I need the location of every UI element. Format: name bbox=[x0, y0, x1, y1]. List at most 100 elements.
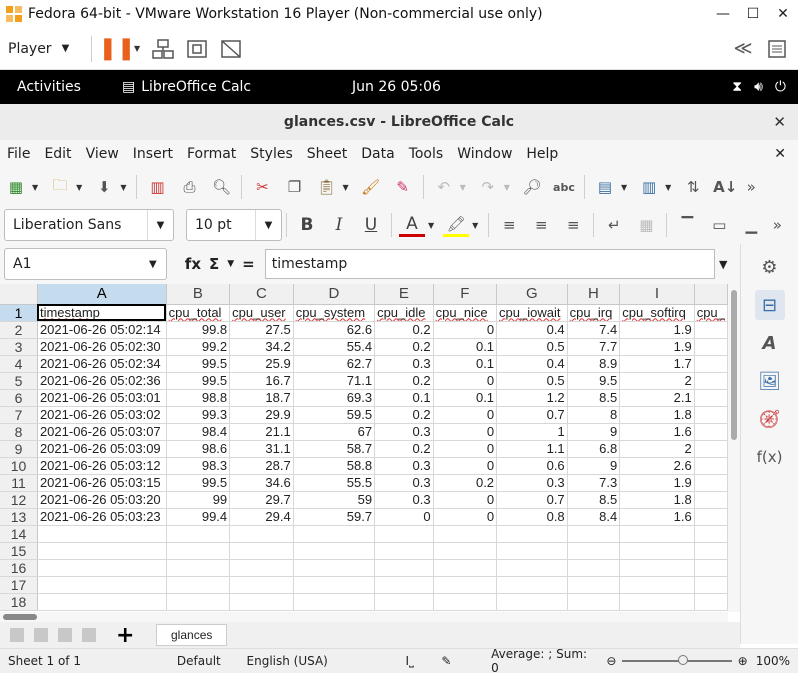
cell[interactable]: 0.4 bbox=[496, 355, 568, 373]
cell[interactable]: 69.3 bbox=[293, 389, 376, 407]
chevron-down-icon[interactable]: ▼ bbox=[504, 183, 510, 192]
cell[interactable]: 2021-06-26 05:02:36 bbox=[37, 372, 167, 390]
more-options-icon[interactable]: » bbox=[744, 175, 758, 199]
cell[interactable] bbox=[433, 593, 498, 611]
cell[interactable]: 7.4 bbox=[567, 321, 621, 339]
cell[interactable] bbox=[293, 559, 376, 577]
cell[interactable]: 67 bbox=[293, 423, 376, 441]
cell[interactable]: 0 bbox=[433, 423, 498, 441]
row-header[interactable]: 3 bbox=[0, 338, 38, 356]
scrollbar-thumb[interactable] bbox=[731, 290, 737, 440]
cell[interactable]: 1.9 bbox=[619, 474, 695, 492]
cell[interactable] bbox=[37, 593, 167, 611]
first-sheet-button[interactable] bbox=[10, 628, 24, 642]
cut-icon[interactable]: ✂ bbox=[249, 175, 275, 199]
cell[interactable] bbox=[694, 542, 728, 560]
cell[interactable]: 0 bbox=[433, 321, 498, 339]
merge-cells-icon[interactable]: ▦ bbox=[633, 213, 659, 237]
cell[interactable]: 6.8 bbox=[567, 440, 621, 458]
activities-button[interactable]: Activities bbox=[17, 79, 122, 95]
cell[interactable]: 2021-06-26 05:03:23 bbox=[37, 508, 167, 526]
cell[interactable]: 99.4 bbox=[166, 508, 231, 526]
player-menu[interactable]: Player ▼ bbox=[8, 41, 83, 57]
cell[interactable]: 0.1 bbox=[433, 389, 498, 407]
cell[interactable] bbox=[496, 525, 568, 543]
cell[interactable]: 0.7 bbox=[496, 491, 568, 509]
cell[interactable]: 55.5 bbox=[293, 474, 376, 492]
spreadsheet-grid[interactable]: A B C D E F G H I 1 timestamp cpu_total cpu… bbox=[0, 284, 728, 612]
wrap-text-icon[interactable]: ↵ bbox=[601, 213, 627, 237]
cell[interactable]: 0 bbox=[433, 491, 498, 509]
cell[interactable] bbox=[567, 525, 621, 543]
cell[interactable] bbox=[496, 542, 568, 560]
align-right-icon[interactable]: ≡ bbox=[560, 213, 586, 237]
cell[interactable]: 0 bbox=[433, 372, 498, 390]
cell[interactable] bbox=[694, 440, 728, 458]
cell[interactable]: 0 bbox=[374, 508, 434, 526]
network-devices-icon[interactable] bbox=[146, 34, 180, 64]
cell[interactable]: 71.1 bbox=[293, 372, 376, 390]
cell[interactable]: 34.6 bbox=[229, 474, 294, 492]
clear-formatting-icon[interactable]: ✎ bbox=[390, 175, 416, 199]
text-language[interactable]: English (USA) bbox=[239, 654, 398, 668]
cell[interactable] bbox=[37, 576, 167, 594]
cell[interactable]: 2021-06-26 05:03:15 bbox=[37, 474, 167, 492]
menu-window[interactable]: Window bbox=[450, 146, 519, 162]
cell[interactable]: 28.7 bbox=[229, 457, 294, 475]
row-header[interactable]: 7 bbox=[0, 406, 38, 424]
cell[interactable] bbox=[166, 576, 231, 594]
cell[interactable]: 99.8 bbox=[166, 321, 231, 339]
cell[interactable] bbox=[374, 593, 434, 611]
select-all-corner[interactable] bbox=[0, 284, 38, 305]
cell[interactable] bbox=[567, 559, 621, 577]
cell[interactable]: 8.9 bbox=[567, 355, 621, 373]
cell[interactable]: 0 bbox=[433, 440, 498, 458]
cell[interactable]: 2021-06-26 05:02:34 bbox=[37, 355, 167, 373]
cell[interactable] bbox=[567, 542, 621, 560]
selection-summary[interactable]: Average: ; Sum: 0 bbox=[483, 647, 606, 673]
row-header[interactable]: 18 bbox=[0, 593, 38, 611]
cell[interactable]: 2021-06-26 05:03:20 bbox=[37, 491, 167, 509]
cell[interactable]: 0.2 bbox=[433, 474, 498, 492]
cell[interactable] bbox=[694, 321, 728, 339]
cell-table[interactable]: A B C D E F G H I 1 timestamp cpu_total cpu… bbox=[0, 284, 728, 611]
cell[interactable]: 8.5 bbox=[567, 491, 621, 509]
align-middle-icon[interactable]: ▭ bbox=[706, 213, 732, 237]
maximize-button[interactable]: ☐ bbox=[738, 6, 768, 22]
cell[interactable]: 2 bbox=[619, 440, 695, 458]
cell[interactable]: 99.5 bbox=[166, 474, 231, 492]
cell[interactable]: 0.2 bbox=[374, 372, 434, 390]
cell[interactable] bbox=[619, 576, 695, 594]
cell[interactable] bbox=[166, 542, 231, 560]
row-header[interactable]: 5 bbox=[0, 372, 38, 390]
cell[interactable] bbox=[694, 389, 728, 407]
font-name-combo[interactable]: Liberation Sans ▼ bbox=[4, 209, 174, 241]
cell[interactable]: 2021-06-26 05:02:14 bbox=[37, 321, 167, 339]
column-header[interactable]: F bbox=[433, 284, 498, 305]
cell[interactable]: 0 bbox=[433, 457, 498, 475]
align-center-icon[interactable]: ≡ bbox=[528, 213, 554, 237]
menu-file[interactable]: File bbox=[0, 146, 37, 162]
find-replace-icon[interactable]: 🔎︎ bbox=[519, 175, 545, 199]
cell[interactable]: cpu_total bbox=[166, 304, 231, 322]
bold-icon[interactable]: B bbox=[294, 213, 320, 237]
horizontal-scrollbar[interactable] bbox=[0, 612, 728, 622]
copy-icon[interactable]: ❐ bbox=[281, 175, 307, 199]
open-folder-icon[interactable]: 🗀︎ bbox=[47, 175, 73, 199]
cell[interactable] bbox=[694, 559, 728, 577]
row-header[interactable]: 6 bbox=[0, 389, 38, 407]
cell[interactable] bbox=[694, 372, 728, 390]
chevron-down-icon[interactable]: ▼ bbox=[472, 221, 478, 230]
cell[interactable] bbox=[433, 576, 498, 594]
cell[interactable]: 62.6 bbox=[293, 321, 376, 339]
column-header[interactable] bbox=[694, 284, 728, 305]
cell[interactable]: 31.1 bbox=[229, 440, 294, 458]
cell[interactable] bbox=[229, 559, 294, 577]
menu-insert[interactable]: Insert bbox=[126, 146, 180, 162]
app-menu[interactable]: ▤ LibreOffice Calc bbox=[122, 79, 352, 95]
row-header[interactable]: 16 bbox=[0, 559, 38, 577]
cell[interactable]: 1 bbox=[496, 423, 568, 441]
last-sheet-button[interactable] bbox=[82, 628, 96, 642]
next-sheet-button[interactable] bbox=[58, 628, 72, 642]
cell[interactable]: 0.2 bbox=[374, 321, 434, 339]
